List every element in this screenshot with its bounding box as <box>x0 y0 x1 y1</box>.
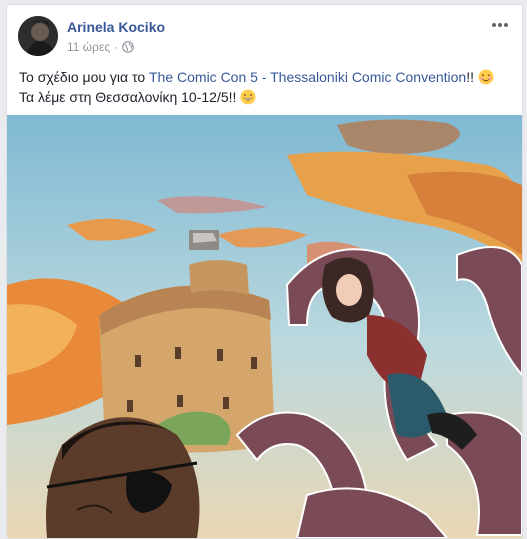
globe-icon[interactable] <box>122 41 134 53</box>
post-text: Το σχέδιο μου για το The Comic Con 5 - T… <box>19 67 514 107</box>
meta-separator: · <box>114 40 119 54</box>
author-avatar[interactable] <box>18 16 58 56</box>
avatar-image <box>18 16 58 56</box>
post-text-line-1: Το σχέδιο μου για το The Comic Con 5 - T… <box>19 67 514 87</box>
post-text-line-2: Τα λέμε στη Θεσσαλονίκη 10-12/5!! <box>19 87 514 107</box>
post-card: Arinela Kociko 11 ώρες · Το σχέδιο μου γ… <box>6 4 523 539</box>
post-meta: 11 ώρες · <box>67 40 134 54</box>
author-name[interactable]: Arinela Kociko <box>67 19 165 35</box>
post-text-suffix: !! <box>466 69 474 85</box>
grinning-face-icon <box>240 89 256 105</box>
more-options-icon[interactable] <box>490 17 510 33</box>
event-page-link[interactable]: The Comic Con 5 - Thessaloniki Comic Con… <box>149 69 466 85</box>
smiling-face-icon <box>478 69 494 85</box>
post-image[interactable] <box>7 115 522 538</box>
post-timestamp[interactable]: 11 ώρες <box>67 40 110 54</box>
post-text-second-line: Τα λέμε στη Θεσσαλονίκη 10-12/5!! <box>19 89 237 105</box>
post-text-prefix: Το σχέδιο μου για το <box>19 69 149 85</box>
